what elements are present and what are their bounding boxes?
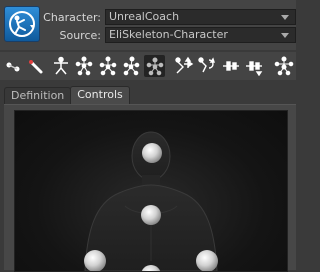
full-body-icon[interactable] xyxy=(73,55,94,77)
edit-bone-icon[interactable] xyxy=(26,55,47,77)
source-dropdown[interactable]: EliSkeleton-Character xyxy=(105,27,296,43)
character-dropdown[interactable]: UnrealCoach xyxy=(105,9,296,25)
chevron-down-icon xyxy=(281,33,289,38)
source-value: EliSkeleton-Character xyxy=(109,28,228,41)
bone-icon[interactable] xyxy=(3,55,24,77)
controls-panel xyxy=(4,104,296,272)
chevron-down-icon xyxy=(281,15,289,20)
stick-figure-icon[interactable] xyxy=(50,55,71,77)
right-elbow-control-node[interactable] xyxy=(196,250,218,271)
character-controls-view[interactable] xyxy=(14,110,288,272)
skeleton-icon[interactable] xyxy=(143,55,166,77)
source-label: Source: xyxy=(59,28,102,42)
pin-translate-icon[interactable] xyxy=(173,55,194,77)
character-value: UnrealCoach xyxy=(109,10,180,23)
ik-figure-icon[interactable] xyxy=(273,55,294,77)
toolbar xyxy=(0,52,296,80)
character-label: Character: xyxy=(43,10,101,24)
character-row: Character: UnrealCoach xyxy=(40,9,296,25)
head-control-node[interactable] xyxy=(142,143,162,163)
tab-bar: Definition Controls xyxy=(0,86,296,104)
mirror-body-icon[interactable] xyxy=(97,55,118,77)
left-elbow-control-node[interactable] xyxy=(84,250,106,271)
character-logo-button[interactable] xyxy=(4,6,40,42)
reach-rotate-icon[interactable] xyxy=(243,55,264,77)
character-silhouette xyxy=(84,131,218,271)
pin-rotate-icon[interactable] xyxy=(196,55,217,77)
chest-control-node[interactable] xyxy=(141,205,161,225)
humanik-logo-icon xyxy=(9,11,35,37)
body-part-icon[interactable] xyxy=(120,55,141,77)
tab-definition[interactable]: Definition xyxy=(4,87,72,104)
tab-controls[interactable]: Controls xyxy=(70,86,130,104)
source-row: Source: EliSkeleton-Character xyxy=(40,27,296,43)
reach-translate-icon[interactable] xyxy=(220,55,241,77)
character-header: Character: UnrealCoach Source: EliSkelet… xyxy=(0,0,296,50)
